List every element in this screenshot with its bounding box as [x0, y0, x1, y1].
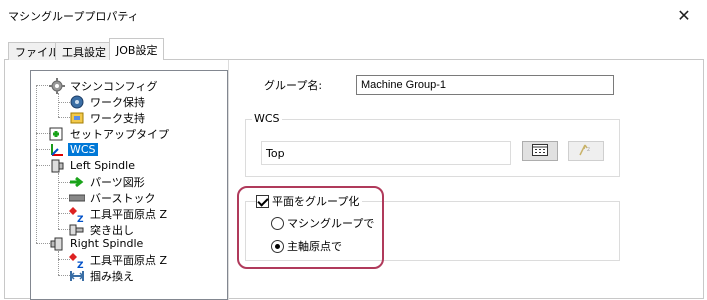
tree-item-tool-plane-origin-z-right[interactable]: Z 工具平面原点 Z: [69, 251, 169, 271]
radio-label: マシングループで: [287, 217, 375, 230]
radio-spindle-origin[interactable]: 主軸原点で: [271, 238, 342, 254]
gear-icon: [49, 77, 65, 94]
title-bar: マシングループプロパティ ✕: [0, 0, 707, 30]
tree-connector: [36, 165, 50, 166]
transfer-icon: [69, 268, 85, 284]
tab-job-settings[interactable]: JOB設定: [109, 38, 165, 60]
axes-select-icon: z: [578, 143, 594, 160]
axes-icon: [49, 142, 65, 158]
spindle-icon: [49, 236, 65, 252]
tree-item-label: ワーク支持: [90, 111, 145, 125]
wcs-view-manager-button[interactable]: [522, 141, 558, 161]
tree-item-label: マシンコンフィグ: [70, 79, 158, 93]
settings-tree[interactable]: マシンコンフィグ ワーク保持 ワーク支持 セットアップタイプ WCS Left …: [30, 70, 228, 300]
window-title: マシングループプロパティ: [8, 10, 139, 23]
wcs-value-field: Top: [261, 141, 511, 165]
tree-item-work-holding[interactable]: ワーク保持: [69, 93, 147, 110]
tab-tool-settings[interactable]: 工具設定: [55, 42, 113, 60]
tree-item-work-support[interactable]: ワーク支持: [69, 109, 147, 126]
wcs-select-button[interactable]: z: [568, 141, 604, 161]
properties-dialog: マシングループプロパティ ✕ ファイル 工具設定 JOB設定 マシンコンフィグ: [0, 0, 707, 300]
tree-item-right-spindle[interactable]: Right Spindle: [49, 235, 145, 252]
tree-item-bar-stock[interactable]: バーストック: [68, 189, 157, 206]
tree-item-label: Right Spindle: [70, 237, 144, 250]
tree-connector: [58, 93, 59, 117]
group-name-label: グループ名:: [264, 79, 323, 92]
bar-icon: [68, 190, 86, 206]
grid-icon: [532, 143, 548, 159]
tree-item-part-geometry[interactable]: パーツ図形: [69, 173, 147, 190]
support-icon: [69, 110, 85, 126]
zplane-icon: Z: [69, 206, 85, 225]
radio-label: 主軸原点で: [287, 240, 342, 253]
zplane-icon: Z: [69, 252, 85, 271]
tree-connector: [36, 133, 50, 134]
radio-button[interactable]: [271, 239, 284, 253]
group-plane-checkbox[interactable]: [256, 194, 269, 208]
wcs-legend: WCS: [252, 112, 282, 125]
tree-item-machine-config[interactable]: マシンコンフィグ: [49, 77, 159, 94]
tree-connector: [36, 85, 50, 86]
blue-circle-icon: [69, 94, 85, 110]
tree-item-label: バーストック: [90, 191, 156, 205]
tree-connector: [36, 149, 50, 150]
tree-item-label: 工具平面原点 Z: [90, 253, 168, 267]
tree-item-setup-type[interactable]: セットアップタイプ: [49, 125, 171, 142]
tree-item-label: ワーク保持: [90, 95, 145, 109]
tree-item-label: パーツ図形: [90, 175, 145, 189]
tree-item-label: セットアップタイプ: [70, 127, 169, 141]
tree-item-wcs[interactable]: WCS: [49, 141, 98, 158]
tree-item-transfer[interactable]: 掴み換え: [69, 267, 136, 284]
group-name-input[interactable]: [356, 75, 614, 95]
tree-connector: [36, 243, 50, 244]
tree-item-label: 掴み換え: [90, 269, 134, 283]
green-arrow-icon: [69, 174, 85, 190]
tree-item-label: 工具平面原点 Z: [90, 207, 168, 221]
close-button[interactable]: ✕: [661, 0, 707, 30]
setup-icon: [49, 126, 65, 142]
tree-item-label: Left Spindle: [70, 159, 135, 172]
tree-item-label: WCS: [68, 143, 98, 156]
tree-item-left-spindle[interactable]: Left Spindle: [49, 157, 137, 174]
radio-machine-group[interactable]: マシングループで: [271, 215, 374, 231]
tree-connector: [36, 85, 37, 243]
radio-button[interactable]: [271, 216, 284, 230]
tree-connector: [58, 251, 59, 275]
group-plane-checkbox-row[interactable]: 平面をグループ化: [256, 193, 363, 209]
spindle-icon: [49, 158, 65, 174]
group-plane-checkbox-label: 平面をグループ化: [272, 195, 360, 208]
tree-item-tool-plane-origin-z[interactable]: Z 工具平面原点 Z: [69, 205, 169, 225]
svg-text:z: z: [587, 146, 590, 153]
